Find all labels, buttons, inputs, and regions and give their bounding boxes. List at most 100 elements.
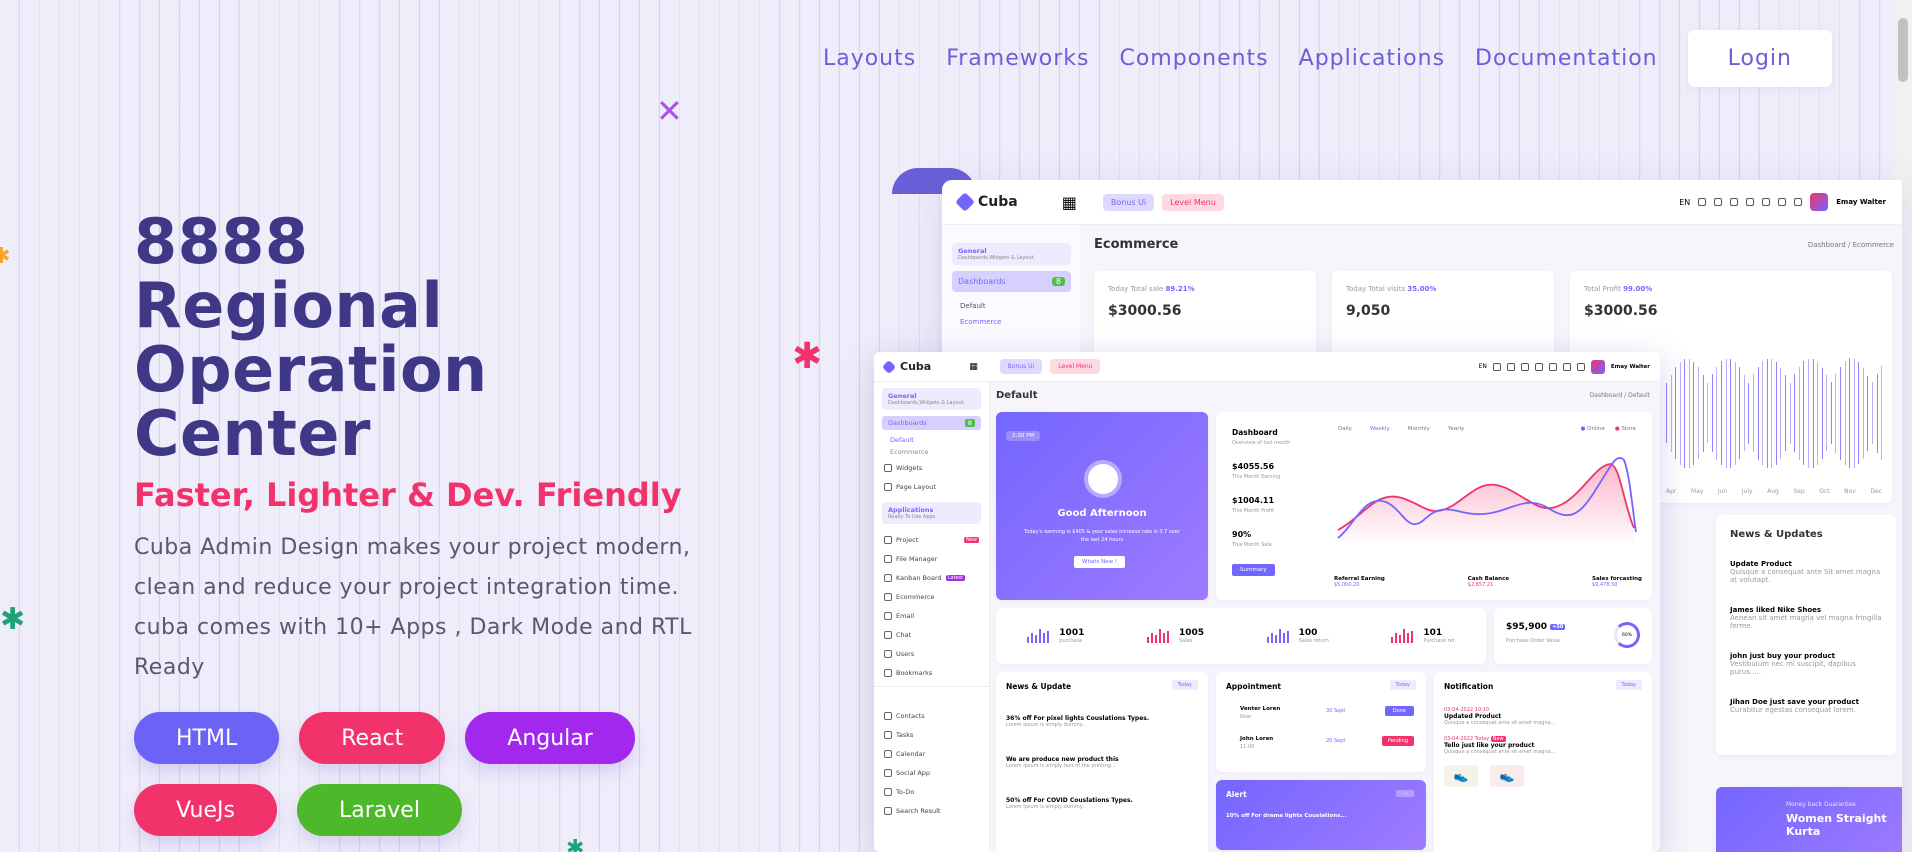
sidebar-item-search-result[interactable]: Search Result [874,801,989,820]
news-item-title: James liked Nike Shoes [1730,606,1822,614]
appointment-filter-dropdown[interactable]: Today [1389,680,1416,690]
tab-yearly[interactable]: Yearly [1448,426,1464,432]
sidebar-group-general: General Dashboards,Widgets & Layout. [882,388,981,410]
profit-bar [1684,358,1685,468]
appointment-name: Venter Loren [1240,706,1281,712]
sidebar-sub-default[interactable]: Default [874,434,989,446]
appointment-title: Appointment [1226,682,1282,691]
sidebar-sub-ecommerce[interactable]: Ecommerce [874,446,989,458]
month-label: July [1741,488,1753,495]
login-button[interactable]: Login [1687,30,1832,87]
greeting-time: 2:30 PM [1006,431,1041,441]
profit-bar [1821,367,1823,459]
top-nav: Layouts Frameworks Components Applicatio… [823,30,1832,87]
profit-bar [1835,373,1836,453]
nav-frameworks[interactable]: Frameworks [946,46,1089,71]
bell-icon [1714,198,1723,206]
tab-monthly[interactable]: Monthly [1408,426,1430,432]
metric-label: This Month Sale [1232,542,1272,548]
sidebar-item-users[interactable]: Users [874,644,989,663]
news-item-text: Lorem Ipsum is simply dummy... [1006,722,1087,728]
framework-react-button[interactable]: React [299,712,446,764]
counter-value: 101 [1423,628,1443,638]
order-badge: +50 [1550,623,1566,630]
profit-bar [1858,362,1859,464]
profit-bar [1734,361,1736,465]
badge: 8 [1051,277,1065,286]
profit-bar [1707,383,1708,443]
counter-label: Purchase ret [1423,638,1455,644]
grid-icon: ▦ [969,361,978,372]
decor-cross-icon: ✕ [656,92,683,130]
news-filter-dropdown[interactable]: Today [1171,680,1198,690]
mini-bars [1027,629,1050,643]
nav-components[interactable]: Components [1119,46,1268,71]
decor-asterisk-icon: ✱ [0,244,11,269]
summary-button[interactable]: Summary [1232,564,1275,576]
sidebar-item-contacts[interactable]: Contacts [874,706,989,725]
framework-vuejs-button[interactable]: VueJs [134,784,277,836]
sidebar-item-kanban[interactable]: Kanban Board Latest [874,568,989,587]
overview-tabs: Daily Weekly Monthly Yearly [1338,426,1464,432]
sidebar-item-dashboards[interactable]: Dashboards 8 [882,416,981,430]
default-dashboard-preview: Cuba ▦ Bonus Ui Level Menu EN Emay Walte… [874,352,1660,852]
tab-weekly[interactable]: Weekly [1370,426,1390,432]
more-icon[interactable]: ⋯ [1396,790,1414,797]
profit-bar [1780,367,1782,459]
order-value-card: $95,900 +50 Purchase Order Value 60% [1494,608,1652,664]
sidebar-item-label: Email [896,611,915,620]
whats-new-button[interactable]: Whats New ! [1074,556,1126,568]
alert-card: Alert ⋯ 10% off For drama lights Couslat… [1216,780,1426,850]
sidebar-item-calendar[interactable]: Calendar [874,744,989,763]
greeting-card: 2:30 PM Good Afternoon Today's earrning … [996,412,1208,600]
framework-laravel-button[interactable]: Laravel [297,784,462,836]
language-label: EN [1478,363,1487,370]
month-label: Jun [1717,488,1728,495]
sidebar-item-file-manager[interactable]: File Manager [874,549,989,568]
framework-html-button[interactable]: HTML [134,712,280,764]
metric-value: 90% [1232,530,1252,539]
appointment-time: 20 Sept [1326,738,1346,744]
grid-icon: ▦ [1061,192,1077,212]
sidebar-item-social-app[interactable]: Social App [874,763,989,782]
progress-ring: 60% [1614,622,1640,648]
sidebar-item-ecommerce[interactable]: Ecommerce [874,587,989,606]
sidebar-item-page-layout[interactable]: Page Layout [874,477,989,496]
sidebar-item-widgets[interactable]: Widgets [874,458,989,477]
nav-applications[interactable]: Applications [1299,46,1445,71]
tab-daily[interactable]: Daily [1338,426,1352,432]
profit-bar [1853,358,1855,468]
month-label: Sep [1793,488,1805,495]
hero-title-line1: 8888 [134,205,309,278]
logo-text: Cuba [900,360,932,373]
fullscreen-icon [1794,198,1803,206]
profit-bar [1688,358,1690,468]
counter: 1001 purchase [1027,628,1084,644]
stat-label: Today Total sale [1108,285,1164,293]
alert-text: 10% off For drama lights Couslations... [1226,813,1347,819]
stat-value: 9,050 [1346,303,1391,319]
nav-documentation[interactable]: Documentation [1475,46,1658,71]
profit-bar [1839,366,1841,460]
sidebar-item-tasks[interactable]: Tasks [874,725,989,744]
hero-description: Cuba Admin Design makes your project mod… [134,535,692,680]
notification-item-title: Updated Product [1444,713,1502,720]
metric-label: This Month Profit [1232,508,1275,514]
sidebar-item-bookmarks[interactable]: Bookmarks [874,663,989,682]
counter-label: Sales return [1298,638,1329,644]
framework-angular-button[interactable]: Angular [465,712,635,764]
group-title: Applications [888,506,934,514]
sidebar-sub-default: Default [960,302,986,310]
notification-filter-dropdown[interactable]: Today [1615,680,1642,690]
month-label: Nov [1844,488,1856,495]
sidebar-item-todo[interactable]: To-Do [874,782,989,801]
sidebar-item-email[interactable]: Email [874,606,989,625]
nav-layouts[interactable]: Layouts [823,46,916,71]
sidebar-item-chat[interactable]: Chat [874,625,989,644]
notification-title: Notification [1444,682,1494,691]
legend-label: Store [1621,426,1636,432]
counter: 101 Purchase ret [1391,628,1455,644]
sidebar-item-project[interactable]: Project New [874,530,989,549]
language-label: EN [1679,197,1691,207]
sidebar-item-label: Bookmarks [896,668,933,677]
